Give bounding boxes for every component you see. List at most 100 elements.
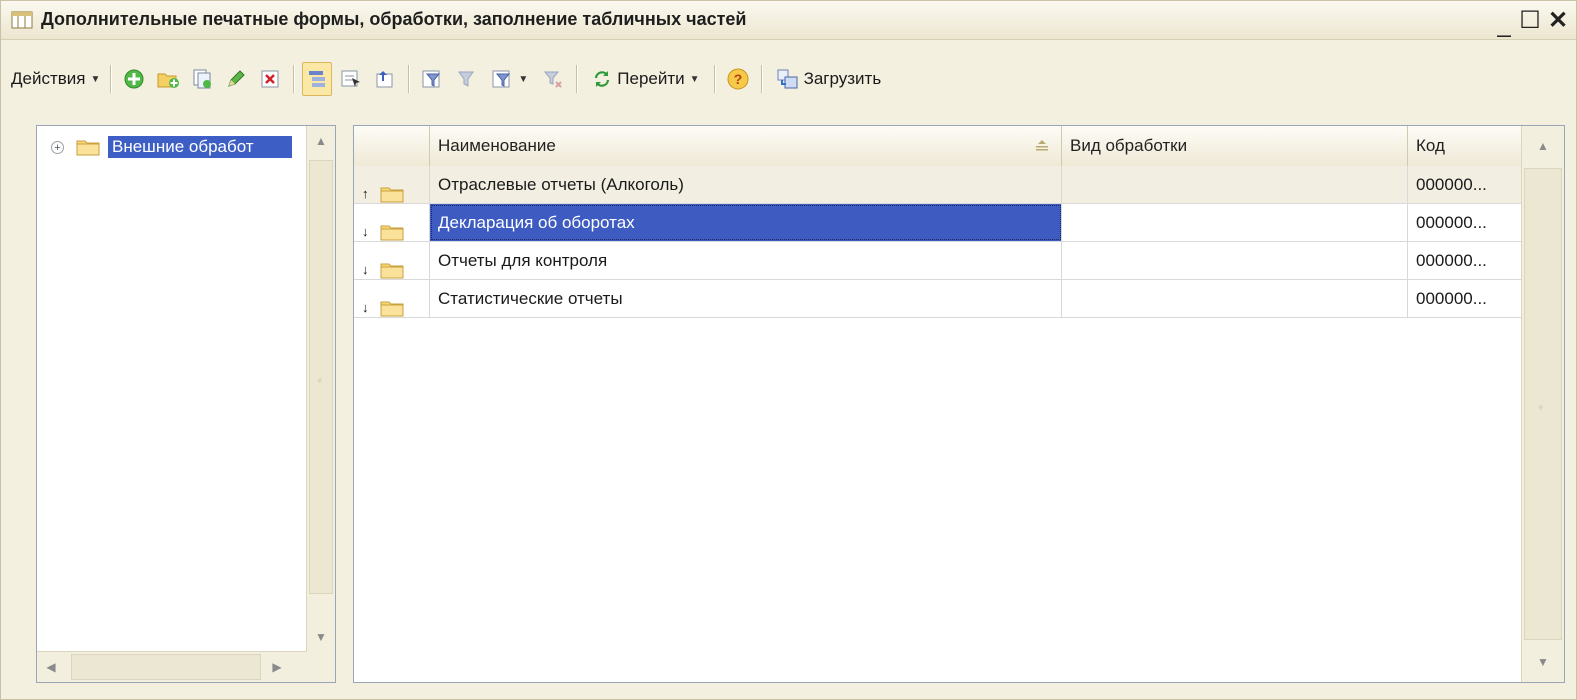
toolbar-separator [713,65,715,93]
folder-icon [380,301,404,316]
actions-menu-button[interactable]: Действия ▼ [7,62,104,96]
close-icon: ✕ [1547,6,1569,34]
delete-icon [261,70,279,88]
folder-icon [380,225,404,240]
row-icon-cell: ↓ [354,204,430,241]
table-row[interactable]: ↓ Отчеты для контроля 000000... [354,242,1522,280]
level-down-arrow-icon: ↓ [362,224,369,239]
hierarchy-toggle-button[interactable] [302,62,333,96]
header-code[interactable]: Код [1408,126,1522,166]
toolbar-separator [576,65,578,93]
row-icon-cell: ↓ [354,242,430,279]
scroll-thumb[interactable]: ᵉ [309,160,333,594]
add-folder-button[interactable] [153,62,183,96]
filter-menu-button[interactable]: ▼ [485,62,534,96]
chevron-down-icon: ▼ [518,73,529,85]
scroll-thumb[interactable]: ᵉ [1524,168,1562,640]
copy-button[interactable] [187,62,217,96]
tree-item-external-processing[interactable]: + Внешние обработ [51,135,292,159]
scroll-left-icon[interactable]: ◀ [37,652,65,682]
cell-kind [1062,204,1408,241]
add-folder-icon [157,73,180,88]
actions-label: Действия [11,69,86,88]
expand-icon[interactable]: + [51,140,64,154]
chevron-down-icon: ▼ [689,73,700,85]
header-name-label: Наименование [438,136,556,155]
level-down-arrow-icon: ↓ [362,262,369,277]
cell-name: Отраслевые отчеты (Алкоголь) [430,166,1062,203]
edit-button[interactable] [221,62,251,96]
scroll-corner [307,652,335,682]
folder-icon [380,187,404,202]
copy-icon [193,69,212,89]
cell-name: Декларация об оборотах [430,204,1062,241]
header-code-label: Код [1416,136,1445,155]
clear-filter-icon [544,71,563,88]
grid-vertical-scrollbar[interactable]: ▲ ᵉ ▼ [1521,126,1564,682]
load-label: Загрузить [803,69,882,88]
grip-icon: ᵉ [318,377,322,388]
table-row[interactable]: ↑ Отраслевые отчеты (Алкоголь) 000000... [354,166,1522,204]
title-bar: Дополнительные печатные формы, обработки… [1,1,1576,40]
filter-by-value-button[interactable] [417,62,447,96]
toolbar-separator [760,65,762,93]
load-button[interactable]: Загрузить [770,62,888,96]
chevron-down-icon: ▼ [90,73,101,85]
edit-icon [228,70,246,87]
goto-menu-button[interactable]: Перейти ▼ [585,62,705,96]
scroll-down-icon[interactable]: ▼ [1522,642,1564,682]
table-row[interactable]: ↓ Статистические отчеты 000000... [354,280,1522,318]
folder-icon [380,263,404,278]
scroll-up-icon[interactable]: ▲ [1522,126,1564,166]
groups-tree[interactable]: + Внешние обработ ▲ ᵉ ▼ ◀ ▶ [36,125,336,683]
toolbar-separator [408,65,410,93]
level-up-icon [376,71,393,88]
cell-kind [1062,280,1408,317]
main-window: Дополнительные печатные формы, обработки… [0,0,1577,700]
scroll-down-icon[interactable]: ▼ [307,622,335,652]
scroll-right-icon[interactable]: ▶ [263,652,291,682]
window-title: Дополнительные печатные формы, обработки… [41,9,747,29]
scroll-thumb[interactable] [71,654,261,680]
toolbar-separator [110,65,112,93]
cell-kind [1062,166,1408,203]
cell-kind [1062,242,1408,279]
header-icon-column [354,126,430,166]
row-icon-cell: ↑ [354,166,430,203]
sort-icon [1036,140,1048,151]
tree-vertical-scrollbar[interactable]: ▲ ᵉ ▼ [306,126,335,652]
maximize-icon: ☐ [1519,6,1541,34]
close-button[interactable]: ✕ [1543,5,1573,35]
hierarchy-icon [309,71,326,87]
level-down-arrow-icon: ↓ [362,300,369,315]
list-form-icon [11,11,33,29]
add-icon [124,69,144,89]
delete-button[interactable] [255,62,285,96]
filter-off-button[interactable] [451,62,481,96]
scroll-up-icon[interactable]: ▲ [307,126,335,156]
header-kind-label: Вид обработки [1070,136,1188,155]
row-icon-cell: ↓ [354,280,430,317]
svg-text:?: ? [733,71,742,87]
cell-name: Отчеты для контроля [430,242,1062,279]
cell-code: 000000... [1408,204,1522,241]
header-name[interactable]: Наименование [430,126,1062,166]
cell-code: 000000... [1408,166,1522,203]
select-icon [341,70,361,87]
tree-item-label: Внешние обработ [108,136,292,158]
toolbar: Действия ▼ ▼ Перейти ▼ ? Загрузить [1,57,1576,101]
header-kind[interactable]: Вид обработки [1062,126,1408,166]
add-button[interactable] [119,62,149,96]
level-up-button[interactable] [370,62,400,96]
cell-code: 000000... [1408,280,1522,317]
maximize-button[interactable]: ☐ [1515,5,1545,35]
help-button[interactable]: ? [723,62,753,96]
clear-filter-button[interactable] [538,62,568,96]
tree-horizontal-scrollbar[interactable]: ◀ ▶ [37,651,307,682]
grid-header: Наименование Вид обработки Код [354,126,1522,167]
refresh-icon [595,71,610,87]
table-row[interactable]: ↓ Декларация об оборотах 000000... [354,204,1522,242]
filter-dropdown-icon [492,70,511,88]
select-button[interactable] [336,62,366,96]
processing-list-grid[interactable]: Наименование Вид обработки Код ↑ Отрасле… [353,125,1565,683]
